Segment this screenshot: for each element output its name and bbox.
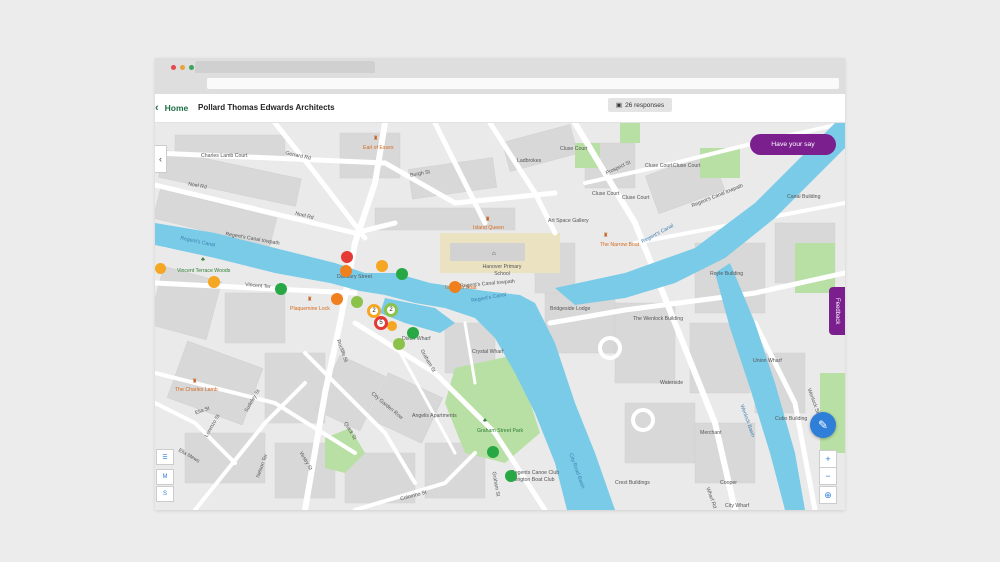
map-label: Islington Boat Club	[511, 477, 555, 483]
map-label: Crystal Wharf	[472, 349, 504, 355]
pub-icon: ♜	[485, 217, 491, 223]
response-pin-orange[interactable]	[331, 293, 343, 305]
map-label: The Charles Lamb	[175, 387, 218, 393]
response-pin-lime[interactable]	[393, 338, 405, 350]
response-pin-green[interactable]	[275, 283, 287, 295]
address-bar[interactable]	[207, 78, 839, 89]
crosshair-icon: ⊕	[824, 489, 832, 500]
pub-icon: ♜	[603, 233, 609, 239]
comment-icon: ▣	[615, 102, 623, 109]
map-label: Charles Lamb Court	[201, 153, 248, 159]
pub-icon: ♜	[373, 136, 379, 142]
map-label: Cubo Building	[775, 416, 808, 422]
map-label: Graham Street Park	[477, 428, 524, 434]
response-pin-green[interactable]	[396, 268, 408, 280]
map-label: Cooper	[720, 480, 738, 486]
map-label: Art Space Gallery	[548, 218, 589, 224]
list-icon: ☰	[162, 454, 168, 461]
tree-icon: ♣	[483, 418, 487, 424]
map-label: Regents Canoe Club	[511, 470, 560, 476]
map-style-m-button[interactable]: M	[156, 469, 174, 485]
chevron-left-icon: ‹	[155, 102, 159, 114]
maximize-dot-icon[interactable]	[189, 65, 194, 70]
locate-button[interactable]: ⊕	[819, 486, 837, 504]
response-pin-lime[interactable]	[351, 296, 363, 308]
list-view-button[interactable]: ☰	[156, 449, 174, 465]
home-link[interactable]: ‹ Home	[155, 100, 188, 116]
map-label: Cluse Court	[592, 191, 620, 197]
page-title: Pollard Thomas Edwards Architects	[198, 103, 335, 112]
minimize-dot-icon[interactable]	[180, 65, 185, 70]
response-pin-yellow[interactable]	[155, 263, 166, 274]
map-label: Angelis Apartments	[412, 413, 457, 419]
chevron-left-icon: ‹	[159, 154, 162, 164]
map-label: Island Queen	[473, 225, 504, 231]
zoom-in-button[interactable]: +	[819, 450, 837, 468]
response-pin-green[interactable]	[487, 446, 499, 458]
tree-icon: ♣	[201, 257, 205, 263]
responses-label: 26 responses	[625, 101, 665, 109]
browser-chrome	[155, 58, 845, 94]
pencil-icon: ✎	[817, 418, 829, 432]
map-label: Bridgeside Lodge	[550, 306, 591, 312]
map-label: Waterside	[660, 380, 684, 386]
close-dot-icon[interactable]	[171, 65, 176, 70]
map-style-s-button[interactable]: S	[156, 486, 174, 502]
zoom-out-button[interactable]: −	[819, 467, 837, 485]
map-label: City Wharf	[725, 503, 750, 509]
pub-icon: ♜	[307, 297, 313, 303]
map-view[interactable]: Charles Lamb Court Earl of Essex Gerrard…	[155, 123, 845, 510]
map-label: Vincent Terrace Woods	[177, 268, 231, 274]
add-comment-button[interactable]: ✎	[810, 412, 836, 438]
response-pin-red[interactable]	[341, 251, 353, 263]
map-label: Ladbrokes	[517, 158, 542, 164]
browser-window: ‹ Home Pollard Thomas Edwards Architects…	[155, 58, 845, 510]
map-label: Merchant	[700, 430, 722, 436]
response-pin-green[interactable]	[407, 327, 419, 339]
map-label: Crest Buildings	[615, 480, 650, 486]
map-canvas	[155, 123, 845, 510]
response-cluster[interactable]: 5	[374, 316, 388, 330]
map-label: Earl of Essex	[363, 145, 394, 151]
browser-tab[interactable]	[195, 61, 375, 73]
response-cluster[interactable]: 2	[384, 303, 398, 317]
map-label: Hanover Primary School	[482, 264, 522, 277]
sidebar-toggle-button[interactable]: ‹	[155, 145, 167, 173]
response-pin-green[interactable]	[505, 470, 517, 482]
map-label: Union Wharf	[753, 358, 782, 364]
map-label: Cluse Court	[645, 163, 673, 169]
map-label: Plaquemine Lock	[290, 306, 330, 312]
home-label: Home	[164, 103, 189, 113]
page-header: ‹ Home Pollard Thomas Edwards Architects…	[155, 94, 845, 123]
map-label: Cluse Court	[622, 195, 650, 201]
responses-badge[interactable]: ▣ 26 responses	[608, 98, 672, 112]
map-label: Royle Building	[710, 271, 744, 277]
pub-icon: ♜	[192, 379, 198, 385]
response-pin-yellow[interactable]	[387, 321, 397, 331]
map-label: Canal Building	[787, 194, 821, 200]
map-label: Cluse Court	[560, 146, 588, 152]
map-label: The Wenlock Building	[633, 316, 684, 322]
have-your-say-button[interactable]: Have your say	[750, 134, 836, 155]
response-pin-yellow[interactable]	[208, 276, 220, 288]
response-pin-orange[interactable]	[340, 265, 352, 277]
school-icon: ⌂	[492, 251, 496, 257]
map-label: The Narrow Boat	[600, 242, 640, 248]
map-label: Cluse Court	[673, 163, 701, 169]
response-pin-yellow[interactable]	[376, 260, 388, 272]
feedback-tab[interactable]: Feedback	[829, 287, 845, 335]
response-pin-orange[interactable]	[449, 281, 461, 293]
